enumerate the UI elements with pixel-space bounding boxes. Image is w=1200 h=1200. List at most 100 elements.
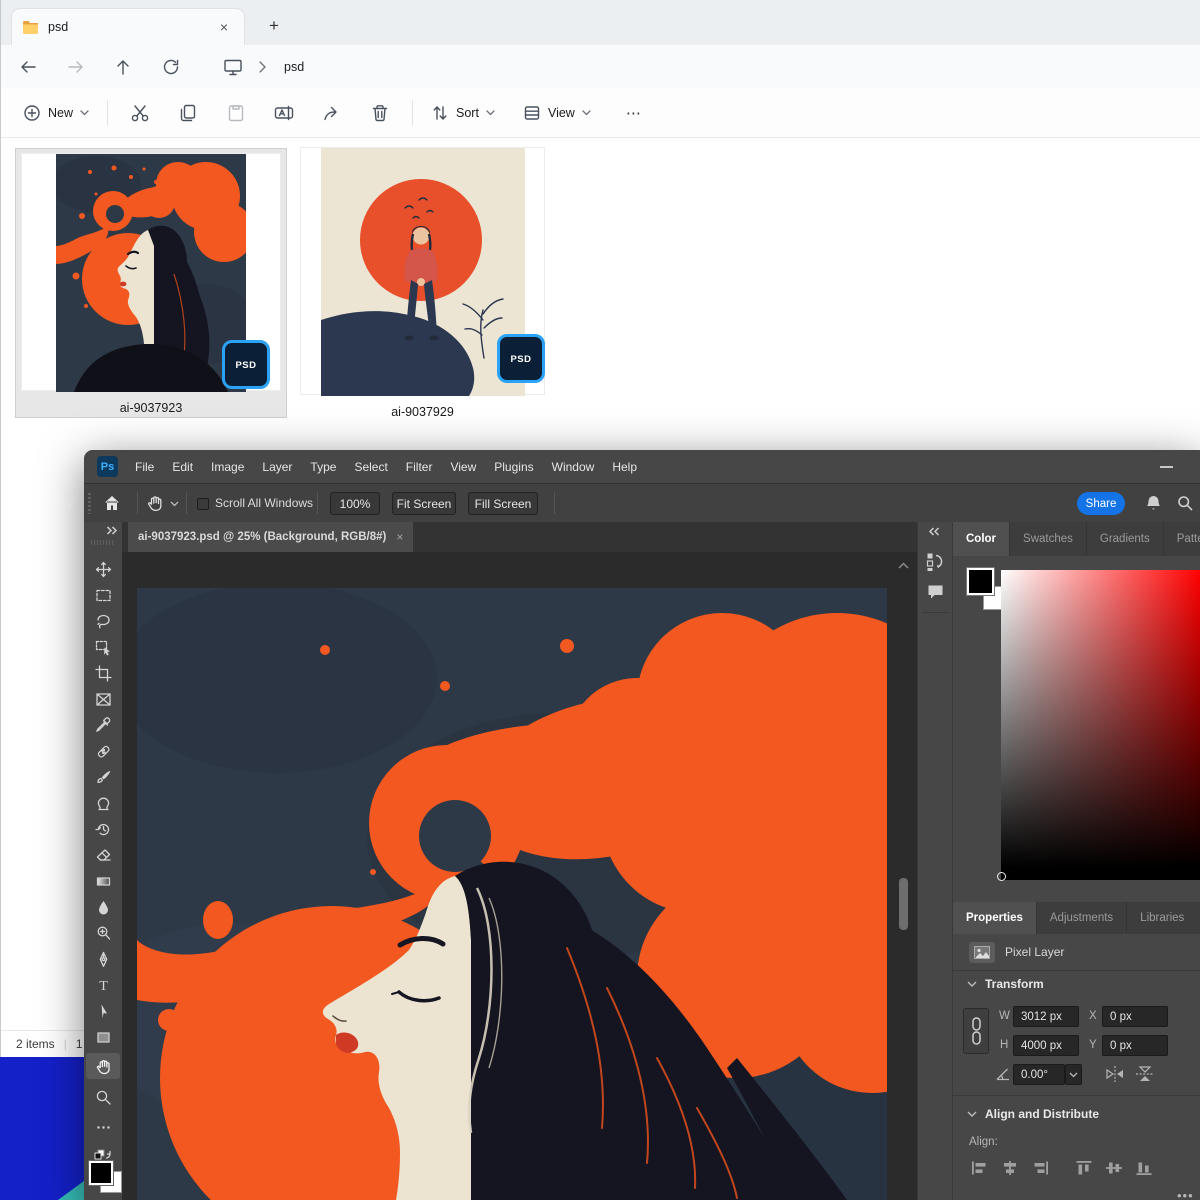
align-vertical-centers-button[interactable] [1105,1160,1123,1176]
explorer-tab[interactable]: psd × [11,8,245,45]
ps-title-bar[interactable]: Ps File Edit Image Layer Type Select Fil… [84,450,1200,483]
tab-libraries[interactable]: Libraries [1127,902,1197,934]
color-picker-field[interactable] [1001,570,1200,880]
flip-horizontal-icon[interactable] [1105,1065,1125,1083]
menu-view[interactable]: View [441,460,485,474]
menu-type[interactable]: Type [301,460,345,474]
minimize-button[interactable] [1160,466,1173,468]
move-tool[interactable] [84,557,122,581]
align-collapse-icon[interactable] [967,1111,977,1118]
zoom-tool[interactable] [84,1085,122,1109]
history-panel-icon[interactable] [926,552,945,572]
toolbar-grip[interactable] [91,540,115,545]
history-brush-tool[interactable] [84,817,122,841]
menu-image[interactable]: Image [202,460,253,474]
back-button[interactable] [11,52,45,82]
frame-tool[interactable] [84,687,122,711]
cut-button[interactable] [118,96,162,130]
eyedropper-tool[interactable] [84,713,122,737]
chevron-down-icon[interactable] [170,501,179,507]
rectangle-tool[interactable] [84,1025,122,1049]
blur-tool[interactable] [84,895,122,919]
tab-patterns[interactable]: Patterns [1164,522,1200,556]
align-more-options-button[interactable]: ••• [1177,1188,1194,1200]
edit-toolbar-button[interactable] [84,1115,122,1139]
menu-window[interactable]: Window [543,460,604,474]
notifications-bell-icon[interactable] [1145,494,1162,512]
crop-tool[interactable] [84,661,122,685]
collapse-panels-icon[interactable] [928,527,940,536]
rotation-angle-input[interactable]: 0.00° [1013,1064,1065,1085]
object-selection-tool[interactable] [84,635,122,659]
new-tab-button[interactable]: + [261,13,287,39]
path-selection-tool[interactable] [84,999,122,1023]
brush-tool[interactable] [84,765,122,789]
scroll-up-arrow[interactable] [895,558,911,572]
share-button[interactable]: Share [1077,492,1125,515]
color-picker-marker[interactable] [997,872,1006,881]
tab-swatches[interactable]: Swatches [1010,522,1087,556]
hand-tool[interactable] [86,1053,120,1079]
home-icon[interactable] [103,494,121,512]
align-section-title[interactable]: Align and Distribute [985,1107,1099,1121]
copy-button[interactable] [166,96,210,130]
menu-help[interactable]: Help [603,460,646,474]
file-tile[interactable]: Ps PSD ai-9037923 [15,148,287,418]
comments-panel-icon[interactable] [927,584,944,600]
align-top-edges-button[interactable] [1075,1160,1093,1176]
height-input[interactable]: 4000 px [1013,1035,1079,1056]
menu-layer[interactable]: Layer [253,460,301,474]
menu-file[interactable]: File [126,460,163,474]
forward-button[interactable] [59,52,93,82]
more-options-button[interactable]: ⋯ [619,96,649,130]
up-button[interactable] [106,52,140,82]
canvas-area[interactable] [122,552,917,1200]
expand-toolbar-icon[interactable] [106,526,118,535]
foreground-color-swatch[interactable] [967,568,994,595]
fit-screen-button[interactable]: Fit Screen [392,492,456,515]
width-input[interactable]: 3012 px [1013,1006,1079,1027]
delete-button[interactable] [358,96,402,130]
angle-dropdown-button[interactable] [1065,1064,1082,1085]
scroll-all-windows-checkbox[interactable] [197,498,209,510]
menu-plugins[interactable]: Plugins [485,460,542,474]
tab-close-icon[interactable]: × [214,17,234,37]
rename-button[interactable] [262,96,306,130]
transform-collapse-icon[interactable] [967,981,977,988]
rectangular-marquee-tool[interactable] [84,583,122,607]
zoom-100-button[interactable]: 100% [330,492,380,515]
flip-vertical-icon[interactable] [1135,1065,1155,1083]
tab-properties[interactable]: Properties [953,902,1037,934]
align-left-edges-button[interactable] [971,1160,989,1176]
menu-filter[interactable]: Filter [397,460,442,474]
type-tool[interactable]: T [84,973,122,997]
tab-color[interactable]: Color [953,522,1010,556]
tab-gradients[interactable]: Gradients [1087,522,1164,556]
fill-screen-button[interactable]: Fill Screen [468,492,538,515]
document-close-icon[interactable]: × [396,530,403,544]
share-button[interactable] [310,96,354,130]
align-right-edges-button[interactable] [1031,1160,1049,1176]
pen-tool[interactable] [84,947,122,971]
paste-button[interactable] [214,96,258,130]
dodge-tool[interactable] [84,921,122,945]
menu-edit[interactable]: Edit [163,460,202,474]
hand-tool-option-icon[interactable] [146,494,164,512]
lasso-tool[interactable] [84,609,122,633]
clone-stamp-tool[interactable] [84,791,122,815]
options-grip[interactable] [88,493,91,514]
gradient-tool[interactable] [84,869,122,893]
search-icon[interactable] [1177,495,1193,511]
sort-button[interactable]: Sort [423,96,503,130]
file-tile[interactable]: Ps PSD ai-9037929 [300,147,545,417]
transform-section-title[interactable]: Transform [985,977,1044,991]
document-tab[interactable]: ai-9037923.psd @ 25% (Background, RGB/8#… [128,522,413,552]
eraser-tool[interactable] [84,843,122,867]
x-input[interactable]: 0 px [1102,1006,1168,1027]
breadcrumb[interactable]: psd [284,60,304,74]
vertical-scrollbar-thumb[interactable] [899,878,908,930]
refresh-button[interactable] [154,52,188,82]
constrain-proportions-link-icon[interactable] [963,1008,989,1054]
this-pc-icon[interactable] [216,52,250,82]
view-button[interactable]: View [515,96,599,130]
